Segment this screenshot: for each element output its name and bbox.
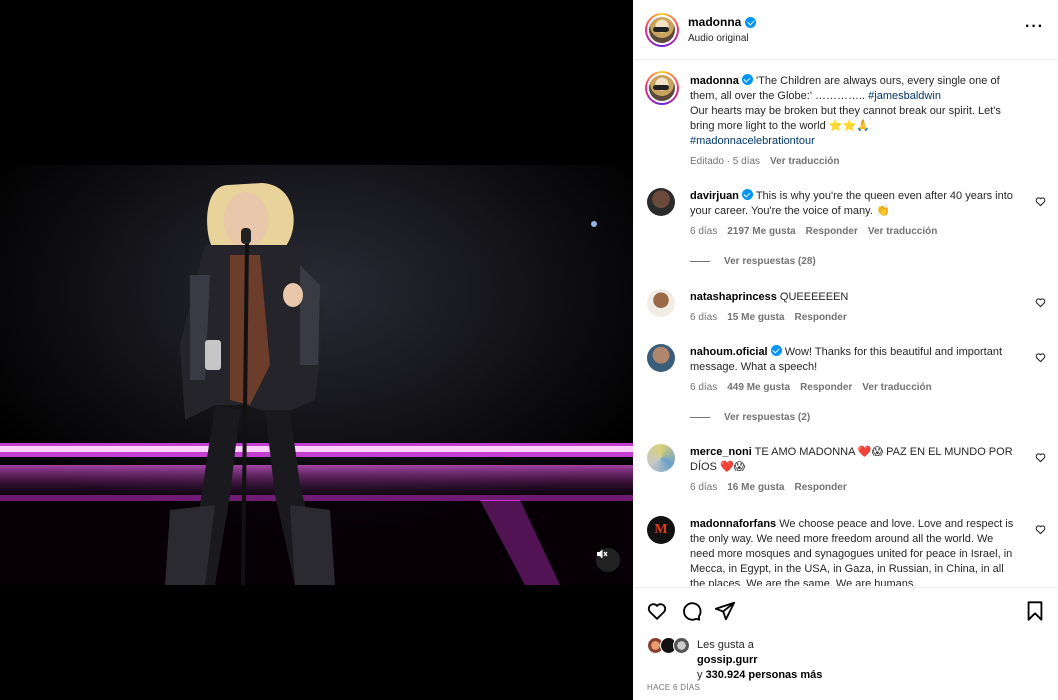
comment-likes[interactable]: 2197 Me gusta <box>727 226 795 237</box>
reply-button[interactable]: Responder <box>795 482 847 493</box>
commenter-username[interactable]: natashaprincess <box>690 291 777 303</box>
muted-audio-icon[interactable] <box>596 548 620 572</box>
reply-button[interactable]: Responder <box>795 312 847 323</box>
comments-list[interactable]: madonna 'The Children are always ours, e… <box>633 61 1058 586</box>
liked-by-avatars[interactable] <box>647 637 693 655</box>
like-comment-heart-icon[interactable] <box>1035 196 1046 207</box>
audio-label[interactable]: Audio original <box>688 33 749 44</box>
commenter-avatar[interactable] <box>647 188 675 216</box>
hashtag-link[interactable]: #jamesbaldwin <box>868 90 941 102</box>
like-comment-heart-icon[interactable] <box>1035 297 1046 308</box>
commenter-username[interactable]: merce_noni <box>690 446 752 458</box>
translate-link[interactable]: Ver traducción <box>770 156 839 167</box>
caption-text: madonna 'The Children are always ours, e… <box>690 74 1001 147</box>
like-comment-heart-icon[interactable] <box>1035 452 1046 463</box>
commenter-username[interactable]: nahoum.oficial <box>690 346 768 358</box>
likes-count[interactable]: 330.924 personas más <box>706 669 823 681</box>
comment-text: QUEEEEEEN <box>779 291 849 303</box>
bookmark-icon[interactable] <box>1024 600 1046 622</box>
like-comment-heart-icon[interactable] <box>1035 524 1046 535</box>
verified-badge-icon <box>770 345 782 356</box>
reply-button[interactable]: Responder <box>806 226 858 237</box>
commenter-avatar[interactable] <box>647 344 675 372</box>
like-comment-heart-icon[interactable] <box>1035 352 1046 363</box>
caption-avatar[interactable] <box>645 71 679 105</box>
video-player[interactable] <box>0 0 633 700</box>
comment-likes[interactable]: 449 Me gusta <box>727 382 790 393</box>
commenter-username[interactable]: davirjuan <box>690 190 739 202</box>
comment-likes[interactable]: 15 Me gusta <box>727 312 784 323</box>
hashtag-link[interactable]: #madonnacelebrationtour <box>690 135 815 147</box>
heart-icon[interactable] <box>646 600 668 622</box>
verified-badge-icon <box>741 189 753 200</box>
likes-summary: Les gusta a gossip.gurr y 330.924 person… <box>697 639 823 681</box>
comment-time: 6 días <box>690 482 718 493</box>
comment-text: This is why you're the queen even after … <box>690 190 1013 217</box>
caption-username[interactable]: madonna <box>690 75 739 87</box>
comment-time: 6 días <box>690 312 718 323</box>
comment-time: 6 días <box>690 226 718 237</box>
verified-badge-icon <box>741 74 753 85</box>
verified-badge-icon <box>745 16 757 28</box>
view-replies-button[interactable]: Ver respuestas (2) <box>690 412 810 423</box>
paper-plane-icon[interactable] <box>714 600 736 622</box>
post-timestamp[interactable]: HACE 6 DÍAS <box>647 683 700 692</box>
concert-video-frame[interactable] <box>0 165 633 585</box>
commenter-avatar[interactable] <box>647 289 675 317</box>
commenter-avatar[interactable]: M <box>647 516 675 544</box>
caption-edited-time: Editado · 5 días <box>690 156 761 167</box>
comment-likes[interactable]: 16 Me gusta <box>727 482 784 493</box>
reply-button[interactable]: Responder <box>800 382 852 393</box>
comment-icon[interactable] <box>680 600 702 622</box>
translate-link[interactable]: Ver traducción <box>862 382 931 393</box>
concert-scene-image <box>0 165 633 585</box>
instagram-post-viewer: madonna Audio original ··· madonna 'The … <box>0 0 1058 700</box>
post-side-panel: madonna Audio original ··· madonna 'The … <box>633 0 1058 700</box>
view-replies-button[interactable]: Ver respuestas (28) <box>690 256 816 267</box>
author-username[interactable]: madonna <box>688 15 741 29</box>
commenter-avatar[interactable] <box>647 444 675 472</box>
author-avatar[interactable] <box>645 13 679 47</box>
post-header: madonna Audio original ··· <box>633 0 1058 60</box>
commenter-username[interactable]: madonnaforfans <box>690 518 776 530</box>
post-actions-bar: Les gusta a gossip.gurr y 330.924 person… <box>633 587 1058 700</box>
comment-time: 6 días <box>690 382 718 393</box>
translate-link[interactable]: Ver traducción <box>868 226 937 237</box>
liked-by-username[interactable]: gossip.gurr <box>697 654 758 666</box>
more-options-icon[interactable]: ··· <box>1025 19 1044 35</box>
